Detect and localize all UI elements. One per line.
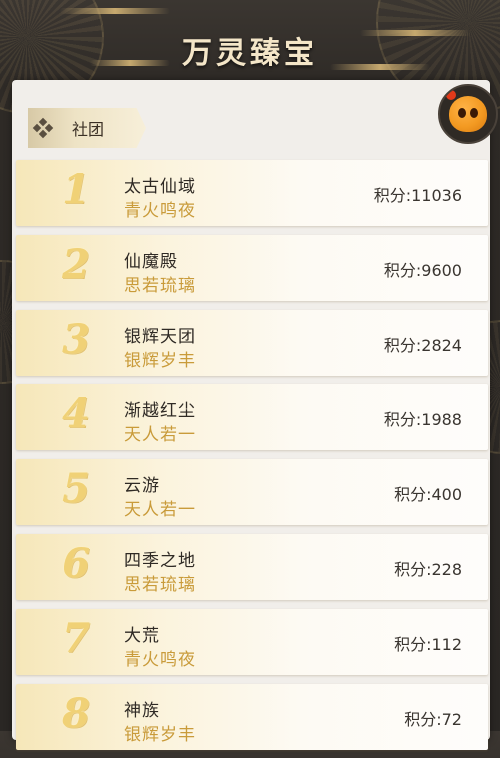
- rank-number: 6: [62, 539, 90, 587]
- ranking-row[interactable]: 6 四季之地 思若琉璃 积分:228: [16, 533, 488, 600]
- ranking-row[interactable]: 3 银辉天团 银辉岁丰 积分:2824: [16, 309, 488, 376]
- club-name: 云游: [124, 476, 160, 497]
- tab-club-label: 社团: [72, 120, 105, 139]
- rank-number: 2: [62, 240, 90, 288]
- server-name: 青火鸣夜: [124, 649, 196, 670]
- ranking-row[interactable]: 2 仙魔殿 思若琉璃 积分:9600: [16, 234, 488, 301]
- ranking-row[interactable]: 8 神族 银辉岁丰 积分:72: [16, 683, 488, 750]
- club-score: 积分:11036: [373, 186, 462, 205]
- club-score: 积分:9600: [383, 260, 462, 280]
- rank-number: 5: [62, 465, 90, 513]
- club-name: 仙魔殿: [124, 251, 178, 272]
- club-name: 神族: [124, 700, 160, 721]
- rank-number: 4: [62, 390, 90, 438]
- club-score: 积分:112: [394, 634, 462, 654]
- diamond-icon: [32, 117, 54, 139]
- club-score: 积分:228: [394, 559, 462, 579]
- rank-number: 8: [62, 689, 90, 737]
- notification-dot: [446, 90, 456, 100]
- club-name: 大荒: [124, 625, 160, 646]
- club-score: 积分:2824: [383, 335, 462, 355]
- server-name: 银辉岁丰: [124, 350, 196, 371]
- rank-number: 7: [62, 614, 90, 662]
- tab-club[interactable]: 社团: [28, 108, 146, 148]
- rank-number: 3: [62, 315, 90, 363]
- ranking-list: 1 太古仙域 青火鸣夜 积分:11036 2 仙魔殿 思若琉璃 积分:9600 …: [16, 160, 488, 758]
- club-name: 四季之地: [124, 550, 196, 571]
- server-name: 银辉岁丰: [124, 724, 196, 745]
- club-name: 渐越红尘: [124, 401, 196, 422]
- club-name: 银辉天团: [124, 326, 196, 347]
- club-score: 积分:1988: [383, 410, 462, 430]
- rank-number: 1: [62, 166, 90, 213]
- orange-pet-icon: [449, 96, 487, 132]
- server-name: 思若琉璃: [124, 275, 196, 296]
- ranking-row[interactable]: 5 云游 天人若一 积分:400: [16, 459, 488, 526]
- page-title: 万灵臻宝: [182, 36, 318, 71]
- ranking-row[interactable]: 7 大荒 青火鸣夜 积分:112: [16, 608, 488, 675]
- ranking-row[interactable]: 4 渐越红尘 天人若一 积分:1988: [16, 384, 488, 451]
- club-score: 积分:400: [394, 485, 462, 505]
- pet-eye: [458, 108, 466, 118]
- server-name: 青火鸣夜: [124, 201, 196, 221]
- server-name: 思若琉璃: [124, 574, 196, 595]
- avatar[interactable]: [438, 84, 498, 144]
- pet-eye: [470, 108, 478, 118]
- club-score: 积分:72: [404, 709, 462, 729]
- ranking-row[interactable]: 1 太古仙域 青火鸣夜 积分:11036: [16, 160, 488, 226]
- server-name: 天人若一: [124, 425, 196, 446]
- club-name: 太古仙域: [124, 177, 196, 197]
- server-name: 天人若一: [124, 500, 196, 521]
- cloud-decoration: [60, 8, 170, 14]
